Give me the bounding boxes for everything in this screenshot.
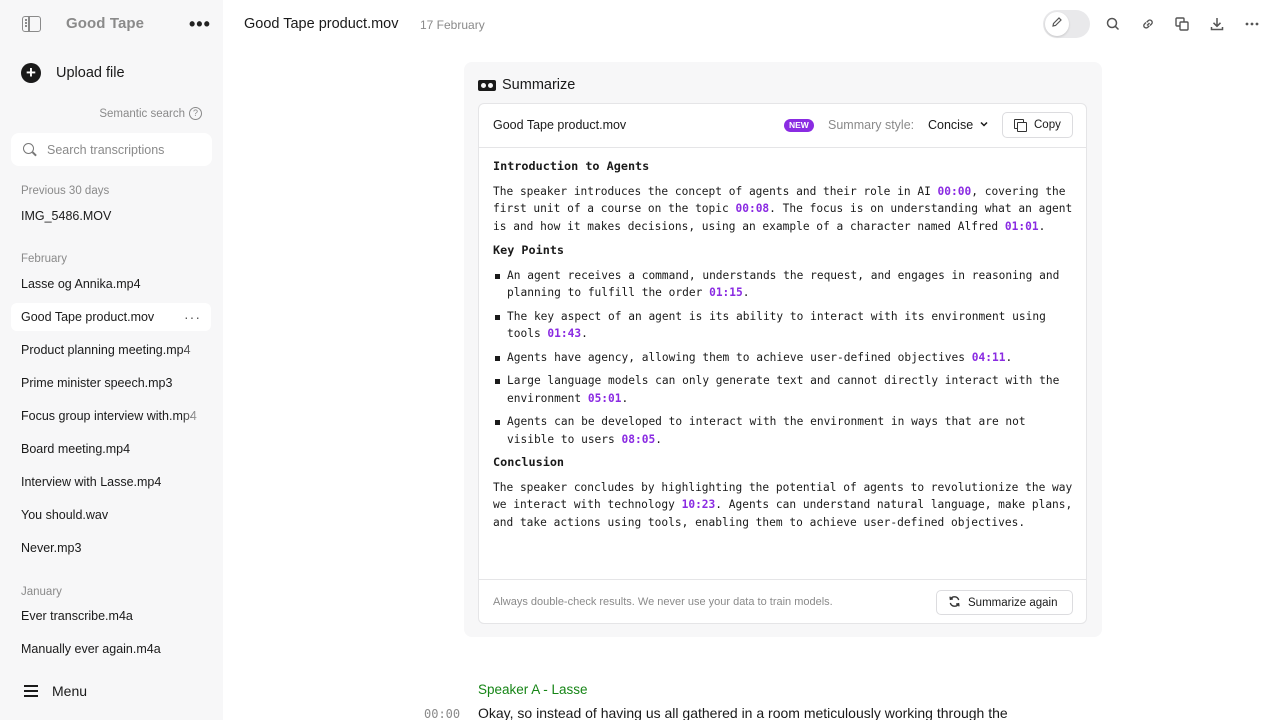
page-date: 17 February — [420, 18, 485, 32]
list-item[interactable]: Lasse og Annika.mp4 — [11, 270, 211, 298]
search-icon[interactable] — [1105, 16, 1121, 32]
search-input[interactable] — [47, 142, 207, 157]
list-item: An agent receives a command, understands… — [493, 267, 1073, 302]
edit-icon — [1045, 12, 1069, 36]
list-item: The key aspect of an agent is its abilit… — [493, 308, 1073, 343]
transcript-timestamp[interactable]: 00:00 — [424, 707, 460, 720]
list-item-active[interactable]: Good Tape product.mov ··· — [11, 303, 211, 331]
copy-button[interactable]: Copy — [1002, 112, 1073, 138]
summary-file-name: Good Tape product.mov — [493, 118, 627, 132]
list-item: Large language models can only generate … — [493, 372, 1073, 407]
page-title: Good Tape product.mov — [244, 16, 399, 32]
edit-toggle[interactable] — [1043, 10, 1090, 38]
summarize-again-label: Summarize again — [968, 596, 1058, 609]
item-more-icon[interactable]: ··· — [184, 309, 201, 325]
timestamp-link[interactable]: 00:08 — [735, 202, 769, 215]
timestamp-link[interactable]: 04:11 — [972, 351, 1006, 364]
sidebar-more-icon[interactable]: ••• — [189, 15, 211, 33]
section-label: February — [21, 253, 68, 265]
download-icon[interactable] — [1209, 16, 1225, 32]
list-item: Agents have agency, allowing them to ach… — [493, 349, 1073, 367]
summary-header: Summarize — [478, 77, 575, 93]
upload-file-button[interactable]: + Upload file — [21, 62, 125, 84]
sidebar-header: Good Tape ••• — [0, 0, 223, 48]
transcript-text: Okay, so instead of having us all gather… — [478, 705, 1008, 720]
summary-footer: Always double-check results. We never us… — [479, 579, 1086, 623]
more-icon[interactable] — [1244, 16, 1260, 32]
chevron-down-icon[interactable] — [979, 119, 989, 132]
summary-heading: Conclusion — [493, 455, 565, 469]
list-item[interactable]: Never.mp3 — [11, 534, 211, 562]
section-label: Previous 30 days — [21, 185, 110, 197]
list-item[interactable]: Board meeting.mp4 — [11, 435, 211, 463]
timestamp-link[interactable]: 05:01 — [588, 392, 622, 405]
summary-style-select[interactable]: Concise — [928, 118, 973, 132]
hamburger-icon — [24, 685, 38, 697]
help-icon[interactable]: ? — [189, 107, 202, 120]
list-item[interactable]: IMG_5486.MOV — [11, 202, 211, 230]
timestamp-link[interactable]: 01:15 — [709, 286, 743, 299]
list-item[interactable]: Focus group interview with.mp4 — [11, 402, 211, 430]
copy-icon[interactable] — [1174, 16, 1190, 32]
link-icon[interactable] — [1140, 16, 1156, 32]
plus-icon: + — [21, 63, 41, 83]
summary-heading: Key Points — [493, 243, 565, 257]
summary-panel: Summarize Good Tape product.mov NEW Summ… — [464, 62, 1102, 637]
list-item[interactable]: Product planning meeting.mp4 — [11, 336, 211, 364]
menu-button[interactable]: Menu — [24, 683, 87, 699]
list-item[interactable]: Prime minister speech.mp3 — [11, 369, 211, 397]
timestamp-link[interactable]: 01:01 — [1005, 220, 1039, 233]
list-item: Agents can be developed to interact with… — [493, 413, 1073, 448]
list-item[interactable]: Ever transcribe.m4a — [11, 602, 211, 630]
copy-label: Copy — [1034, 119, 1061, 131]
menu-label: Menu — [52, 683, 88, 699]
semantic-search-label: Semantic search — [99, 107, 185, 120]
summary-paragraph: The speaker introduces the concept of ag… — [493, 184, 1073, 233]
summary-card-toolbar: Good Tape product.mov NEW Summary style:… — [479, 104, 1086, 148]
speaker-label: Speaker A - Lasse — [478, 682, 588, 697]
timestamp-link[interactable]: 08:05 — [622, 433, 656, 446]
summarize-icon — [478, 79, 496, 91]
timestamp-link[interactable]: 10:23 — [682, 498, 716, 511]
copy-icon — [1014, 119, 1027, 132]
list-item[interactable]: You should.wav — [11, 501, 211, 529]
summary-paragraph: The speaker concludes by highlighting th… — [493, 480, 1073, 529]
section-label: January — [21, 586, 62, 598]
list-item[interactable]: Interview with Lasse.mp4 — [11, 468, 211, 496]
refresh-icon — [948, 595, 961, 611]
timestamp-link[interactable]: 00:00 — [938, 185, 972, 198]
key-points-list: An agent receives a command, understands… — [493, 267, 1073, 449]
list-item[interactable]: Manually ever again.m4a — [11, 635, 211, 663]
upload-file-label: Upload file — [56, 65, 125, 81]
sidebar-toggle-icon[interactable] — [22, 16, 41, 32]
brand-logo: Good Tape — [66, 15, 145, 32]
new-badge: NEW — [784, 119, 814, 132]
summarize-again-button[interactable]: Summarize again — [936, 590, 1073, 615]
summary-style-label: Summary style: — [828, 118, 915, 132]
summary-body: Introduction to Agents The speaker intro… — [493, 158, 1073, 538]
summary-heading: Introduction to Agents — [493, 159, 650, 173]
semantic-search-toggle[interactable]: Semantic search ? — [99, 107, 202, 120]
sidebar: Good Tape ••• + Upload file Semantic sea… — [0, 0, 223, 720]
search-box[interactable] — [11, 133, 212, 166]
search-icon — [23, 142, 37, 157]
disclaimer-text: Always double-check results. We never us… — [493, 596, 833, 608]
summary-title: Summarize — [502, 77, 576, 93]
timestamp-link[interactable]: 01:43 — [547, 327, 581, 340]
summary-card: Good Tape product.mov NEW Summary style:… — [478, 103, 1087, 624]
